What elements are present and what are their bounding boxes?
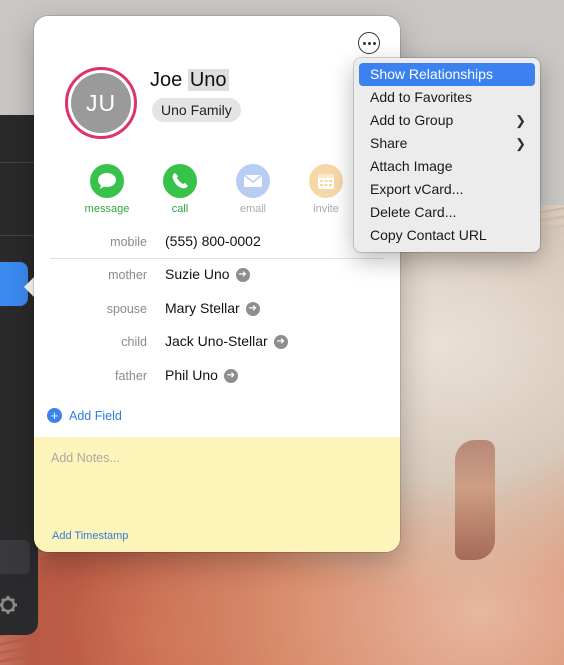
contact-name: Joe Uno	[150, 69, 229, 92]
menu-item-label: Copy Contact URL	[370, 227, 487, 243]
menu-item-label: Share	[370, 135, 408, 151]
menu-item-label: Add to Group	[370, 112, 454, 128]
field-row-mobile: mobile (555) 800-0002	[34, 233, 400, 255]
notes-placeholder: Add Notes...	[51, 451, 120, 465]
menu-item-show-relationships[interactable]: Show Relationships	[359, 63, 535, 86]
field-label: spouse	[106, 302, 147, 316]
avatar[interactable]: JU	[71, 73, 131, 133]
email-label: email	[239, 203, 267, 215]
chevron-right-icon: ❯	[515, 113, 526, 128]
avatar-ring: JU	[65, 67, 137, 139]
invite-label: invite	[313, 203, 339, 215]
more-options-menu: Show Relationships Add to Favorites Add …	[354, 58, 540, 252]
field-value[interactable]: Jack Uno-Stellar	[165, 333, 268, 349]
wallpaper-rock-detail	[455, 440, 495, 560]
gear-icon[interactable]	[0, 594, 22, 616]
message-label: message	[84, 203, 130, 215]
more-dot-icon	[367, 41, 371, 45]
menu-item-add-to-group[interactable]: Add to Group ❯	[359, 109, 535, 132]
menu-item-label: Attach Image	[370, 158, 453, 174]
menu-item-copy-contact-url[interactable]: Copy Contact URL	[359, 224, 535, 247]
more-dot-icon	[372, 41, 376, 45]
field-row-spouse: spouse Mary Stellar ➜	[34, 300, 400, 322]
call-label: call	[171, 203, 189, 215]
menu-item-export-vcard[interactable]: Export vCard...	[359, 178, 535, 201]
field-value[interactable]: Phil Uno	[165, 367, 218, 383]
envelope-icon	[236, 164, 270, 198]
message-bubble-icon	[90, 164, 124, 198]
message-action[interactable]: message	[77, 164, 137, 215]
menu-item-label: Show Relationships	[370, 66, 493, 82]
add-field-button[interactable]: + Add Field	[47, 408, 122, 423]
field-value-wrap: Mary Stellar ➜	[165, 300, 260, 317]
field-value[interactable]: Suzie Uno	[165, 266, 230, 282]
field-label: mobile	[110, 235, 147, 249]
field-value-wrap: Jack Uno-Stellar ➜	[165, 333, 288, 350]
menu-item-share[interactable]: Share ❯	[359, 132, 535, 155]
add-field-label: Add Field	[69, 408, 122, 423]
invite-action[interactable]: invite	[296, 164, 356, 215]
field-row-mother: mother Suzie Uno ➜	[34, 266, 400, 288]
chevron-right-icon: ❯	[515, 136, 526, 151]
first-name[interactable]: Joe	[150, 69, 182, 91]
menu-item-label: Add to Favorites	[370, 89, 472, 105]
plus-icon: +	[47, 408, 62, 423]
sidebar-divider	[0, 235, 38, 236]
sidebar-field[interactable]	[0, 540, 30, 574]
email-action[interactable]: email	[223, 164, 283, 215]
group-badge[interactable]: Uno Family	[152, 98, 241, 122]
field-row-father: father Phil Uno ➜	[34, 367, 400, 389]
menu-item-add-to-favorites[interactable]: Add to Favorites	[359, 86, 535, 109]
field-value[interactable]: Mary Stellar	[165, 300, 240, 316]
field-label: mother	[108, 268, 147, 282]
arrow-right-icon[interactable]: ➜	[235, 268, 250, 283]
field-value-wrap: Suzie Uno ➜	[165, 266, 250, 283]
field-label: father	[115, 369, 147, 383]
arrow-right-icon[interactable]: ➜	[273, 335, 288, 350]
menu-item-label: Export vCard...	[370, 181, 464, 197]
contact-card-popover: JU Joe Uno Uno Family message call email	[34, 16, 400, 552]
calendar-icon	[309, 164, 343, 198]
phone-icon	[163, 164, 197, 198]
sidebar-divider	[0, 162, 38, 163]
menu-item-attach-image[interactable]: Attach Image	[359, 155, 535, 178]
field-label: child	[121, 335, 147, 349]
field-value-wrap: Phil Uno ➜	[165, 367, 238, 384]
field-row-child: child Jack Uno-Stellar ➜	[34, 333, 400, 355]
more-options-button[interactable]	[358, 32, 380, 54]
more-dot-icon	[362, 41, 366, 45]
call-action[interactable]: call	[150, 164, 210, 215]
arrow-right-icon[interactable]: ➜	[245, 302, 260, 317]
notes-area[interactable]: Add Notes... Add Timestamp	[34, 437, 400, 552]
last-name[interactable]: Uno	[187, 69, 229, 91]
add-timestamp-button[interactable]: Add Timestamp	[52, 530, 128, 542]
menu-item-delete-card[interactable]: Delete Card...	[359, 201, 535, 224]
arrow-right-icon[interactable]: ➜	[223, 369, 238, 384]
field-value[interactable]: (555) 800-0002	[165, 233, 261, 249]
action-buttons: message call email invite	[34, 164, 400, 220]
menu-item-label: Delete Card...	[370, 204, 457, 220]
field-divider	[50, 258, 384, 259]
